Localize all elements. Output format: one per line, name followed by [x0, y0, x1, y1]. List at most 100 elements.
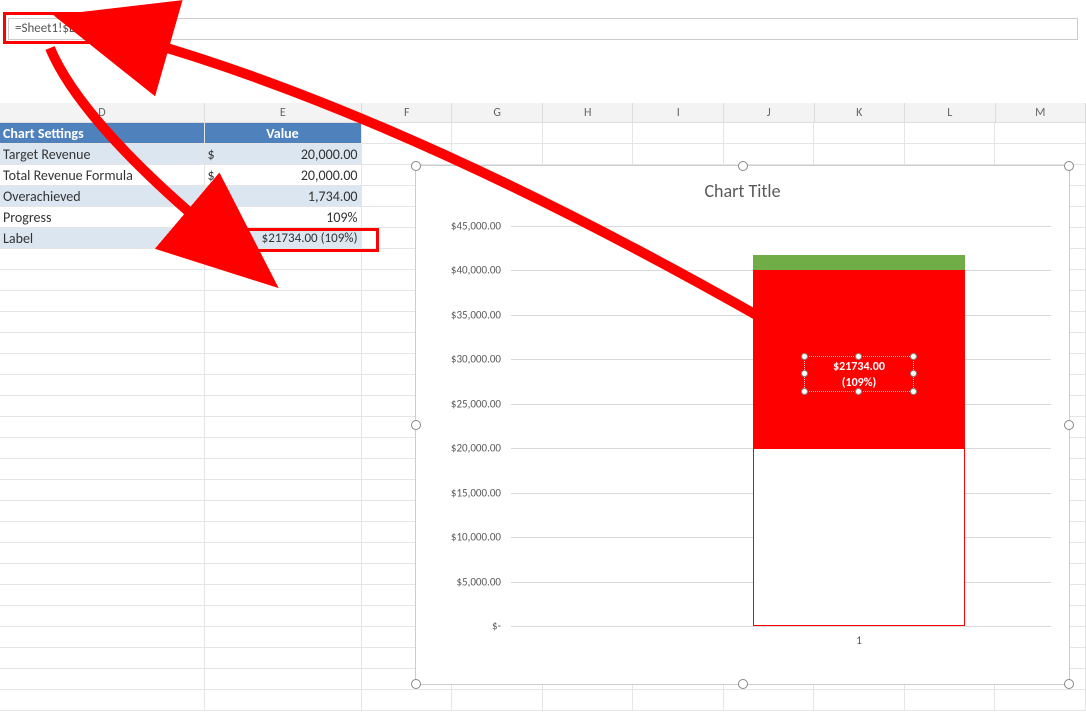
- cell[interactable]: [452, 144, 543, 165]
- col-header-h[interactable]: H: [543, 103, 634, 123]
- cell[interactable]: [205, 543, 362, 564]
- cell[interactable]: [205, 564, 362, 585]
- cell[interactable]: [205, 480, 362, 501]
- selection-handle-icon[interactable]: [801, 388, 808, 395]
- table-row-value[interactable]: $20,000.00: [205, 165, 362, 186]
- cell[interactable]: [905, 690, 996, 711]
- table-row-label[interactable]: Total Revenue Formula: [0, 165, 205, 186]
- cell[interactable]: [0, 606, 205, 627]
- bar-series-1[interactable]: [753, 448, 965, 626]
- bar-series-3[interactable]: [753, 255, 965, 270]
- col-header-k[interactable]: K: [815, 103, 906, 123]
- cell[interactable]: [205, 459, 362, 480]
- cell[interactable]: [205, 606, 362, 627]
- selection-handle-icon[interactable]: [855, 388, 862, 395]
- selection-handle-icon[interactable]: [801, 370, 808, 377]
- selection-handle-icon[interactable]: [411, 420, 421, 430]
- chart-object[interactable]: Chart Title $- $5,000.00 $10,000.00 $15,…: [415, 165, 1070, 685]
- cell[interactable]: [724, 123, 815, 144]
- cell[interactable]: [0, 417, 205, 438]
- cell[interactable]: [0, 585, 205, 606]
- chart-data-label[interactable]: $21734.00 (109%): [804, 356, 914, 392]
- col-header-d[interactable]: D: [0, 103, 205, 123]
- cell[interactable]: [205, 249, 362, 270]
- cell[interactable]: [995, 123, 1086, 144]
- cell[interactable]: [633, 690, 724, 711]
- table-row-value[interactable]: $1,734.00: [205, 186, 362, 207]
- table-header-settings[interactable]: Chart Settings: [0, 123, 205, 144]
- cell[interactable]: [0, 438, 205, 459]
- cell[interactable]: [205, 669, 362, 690]
- cell[interactable]: [452, 690, 543, 711]
- selection-handle-icon[interactable]: [910, 370, 917, 377]
- selection-handle-icon[interactable]: [801, 353, 808, 360]
- cell[interactable]: [724, 144, 815, 165]
- cell[interactable]: [0, 522, 205, 543]
- plot-area[interactable]: $- $5,000.00 $10,000.00 $15,000.00 $20,0…: [471, 226, 1051, 626]
- selection-handle-icon[interactable]: [910, 353, 917, 360]
- cell[interactable]: [0, 312, 205, 333]
- cell[interactable]: [0, 690, 205, 711]
- cell[interactable]: [205, 522, 362, 543]
- cell[interactable]: [362, 144, 453, 165]
- cell[interactable]: [205, 627, 362, 648]
- table-row-label[interactable]: Label: [0, 228, 205, 249]
- cell[interactable]: [205, 333, 362, 354]
- cell[interactable]: [0, 354, 205, 375]
- cell[interactable]: [814, 144, 905, 165]
- cell[interactable]: [905, 144, 996, 165]
- cell[interactable]: [362, 123, 453, 144]
- selection-handle-icon[interactable]: [738, 161, 748, 171]
- cell[interactable]: [0, 543, 205, 564]
- selection-handle-icon[interactable]: [1064, 679, 1074, 689]
- formula-bar[interactable]: =Sheet1!$E$6: [8, 18, 1078, 40]
- selection-handle-icon[interactable]: [738, 679, 748, 689]
- cell[interactable]: [205, 270, 362, 291]
- cell[interactable]: [0, 648, 205, 669]
- cell[interactable]: [0, 291, 205, 312]
- table-row-value[interactable]: $20,000.00: [205, 144, 362, 165]
- cell[interactable]: [0, 501, 205, 522]
- cell[interactable]: [724, 690, 815, 711]
- col-header-m[interactable]: M: [996, 103, 1086, 123]
- cell[interactable]: [995, 690, 1086, 711]
- cell[interactable]: [205, 396, 362, 417]
- table-row-value[interactable]: 109%: [205, 207, 362, 228]
- cell[interactable]: [0, 564, 205, 585]
- cell[interactable]: [362, 690, 453, 711]
- cell[interactable]: [0, 627, 205, 648]
- cell[interactable]: [633, 144, 724, 165]
- cell[interactable]: [0, 669, 205, 690]
- cell[interactable]: [0, 375, 205, 396]
- selection-handle-icon[interactable]: [1064, 420, 1074, 430]
- cell[interactable]: [905, 123, 996, 144]
- cell[interactable]: [0, 480, 205, 501]
- cell[interactable]: [205, 501, 362, 522]
- table-row-label[interactable]: Overachieved: [0, 186, 205, 207]
- cell[interactable]: [543, 690, 634, 711]
- cell[interactable]: [543, 144, 634, 165]
- col-header-i[interactable]: I: [633, 103, 724, 123]
- table-row-label[interactable]: Progress: [0, 207, 205, 228]
- cell[interactable]: [205, 291, 362, 312]
- col-header-j[interactable]: J: [724, 103, 815, 123]
- col-header-e[interactable]: E: [205, 103, 362, 123]
- col-header-f[interactable]: F: [362, 103, 453, 123]
- cell[interactable]: [0, 459, 205, 480]
- cell[interactable]: [814, 690, 905, 711]
- selection-handle-icon[interactable]: [411, 679, 421, 689]
- table-row-label[interactable]: Target Revenue: [0, 144, 205, 165]
- cell[interactable]: [0, 333, 205, 354]
- cell[interactable]: [205, 585, 362, 606]
- cell[interactable]: [0, 270, 205, 291]
- cell[interactable]: [0, 249, 205, 270]
- cell[interactable]: [205, 417, 362, 438]
- selection-handle-icon[interactable]: [1064, 161, 1074, 171]
- cell[interactable]: [543, 123, 634, 144]
- cell[interactable]: [205, 690, 362, 711]
- cell[interactable]: [205, 354, 362, 375]
- cell[interactable]: [0, 396, 205, 417]
- col-header-g[interactable]: G: [452, 103, 543, 123]
- cell[interactable]: [205, 648, 362, 669]
- selection-handle-icon[interactable]: [910, 388, 917, 395]
